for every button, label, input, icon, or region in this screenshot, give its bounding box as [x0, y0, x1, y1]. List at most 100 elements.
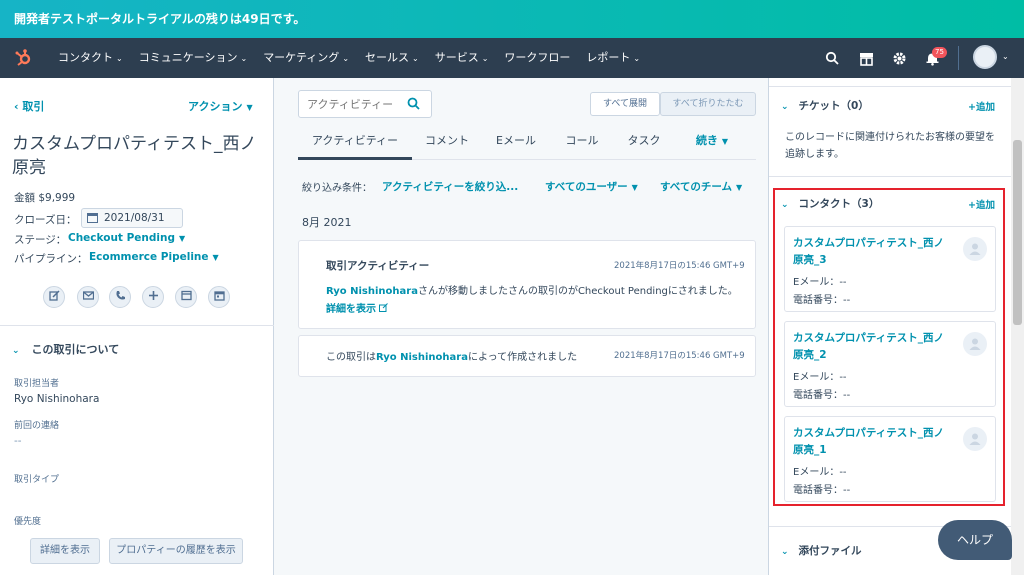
nav-divider: [958, 46, 959, 70]
record-title[interactable]: カスタムプロパティテスト_西ノ原亮: [12, 132, 262, 180]
contact-name-link[interactable]: カスタムプロパティテスト_西ノ原亮_1: [793, 425, 953, 459]
nav-item-conversations[interactable]: コミュニケーション ⌄: [131, 38, 255, 78]
tab-activity[interactable]: アクティビティー: [298, 128, 412, 160]
owner-label: 取引担当者: [14, 379, 60, 389]
meeting-icon: [213, 290, 225, 304]
chevron-down-icon: ⌄: [633, 54, 641, 63]
attachments-section-toggle[interactable]: ⌄ 添付ファイル: [781, 543, 862, 558]
expand-all-button[interactable]: すべて展開: [590, 92, 660, 116]
tab-more[interactable]: 続き ▼: [686, 128, 738, 160]
nav-item-label: コンタクト: [58, 51, 113, 64]
tickets-section-toggle[interactable]: ⌄ チケット（0）: [781, 98, 869, 113]
contact-card[interactable]: カスタムプロパティテスト_西ノ原亮_3 Eメール：-- 電話番号：--: [784, 226, 996, 312]
email-icon: [82, 290, 94, 304]
amount-value: $9,999: [38, 192, 76, 204]
task-icon: [180, 290, 192, 304]
activity-timestamp: 2021年8月17日の15:46 GMT+9: [614, 261, 745, 271]
filter-users-dropdown[interactable]: すべてのユーザー ▼: [545, 179, 638, 194]
contact-card[interactable]: カスタムプロパティテスト_西ノ原亮_1 Eメール：-- 電話番号：--: [784, 416, 996, 502]
caret-down-icon: ▼: [212, 253, 219, 262]
create-task-button[interactable]: [175, 286, 197, 308]
contact-name-link[interactable]: カスタムプロパティテスト_西ノ原亮_3: [793, 235, 953, 269]
view-details-link[interactable]: 詳細を表示: [326, 300, 389, 315]
nav-item-service[interactable]: サービス ⌄: [427, 38, 497, 78]
view-details-button[interactable]: 詳細を表示: [30, 538, 100, 564]
actions-dropdown[interactable]: アクション ▼: [188, 98, 253, 114]
phone-label: 電話番号：: [793, 295, 843, 306]
nav-item-contacts[interactable]: コンタクト ⌄: [50, 38, 131, 78]
nav-item-sales[interactable]: セールス ⌄: [357, 38, 427, 78]
caret-down-icon: ▼: [246, 103, 253, 112]
tickets-title: チケット（0）: [798, 100, 869, 112]
contact-card[interactable]: カスタムプロパティテスト_西ノ原亮_2 Eメール：-- 電話番号：--: [784, 321, 996, 407]
collapse-all-button[interactable]: すべて折りたたむ: [660, 92, 756, 116]
back-to-deals-link[interactable]: ‹ 取引: [14, 98, 44, 114]
search-icon[interactable]: [822, 48, 842, 68]
nav-item-workflows[interactable]: ワークフロー: [496, 38, 578, 78]
contacts-section-toggle[interactable]: ⌄ コンタクト（3）: [781, 196, 879, 211]
nav-item-label: コミュニケーション: [138, 51, 238, 64]
nav-item-label: ワークフロー: [504, 51, 571, 64]
note-icon: [48, 290, 60, 304]
chevron-down-icon: ⌄: [116, 54, 123, 63]
activity-search-input[interactable]: [299, 91, 403, 117]
add-button[interactable]: [142, 286, 164, 308]
nav-item-label: サービス: [434, 51, 479, 64]
activity-tabs: アクティビティー コメント Eメール コール タスク 続き ▼: [298, 128, 756, 160]
section-divider: [0, 325, 274, 326]
phone-label: 電話番号：: [793, 485, 843, 496]
stage-label: ステージ：: [14, 234, 67, 246]
email-label: Eメール：: [793, 372, 840, 383]
scrollbar-thumb[interactable]: [1013, 140, 1022, 325]
tab-comments[interactable]: コメント: [416, 128, 478, 160]
tab-email[interactable]: Eメール: [488, 128, 544, 160]
activity-actor-link[interactable]: Ryo Nishinohara: [326, 286, 418, 297]
call-icon: [115, 290, 126, 304]
marketplace-icon[interactable]: [856, 48, 876, 68]
chevron-down-icon: ⌄: [781, 200, 789, 210]
nav-item-marketing[interactable]: マーケティング ⌄: [255, 38, 357, 78]
filter-teams-label: すべてのチーム: [660, 181, 733, 193]
activity-search-box: [298, 90, 432, 118]
tab-more-label: 続き: [695, 134, 718, 147]
create-email-button[interactable]: [77, 286, 99, 308]
priority-label: 優先度: [14, 517, 42, 527]
help-button[interactable]: ヘルプ: [938, 520, 1012, 560]
view-property-history-button[interactable]: プロパティーの履歴を表示: [109, 538, 243, 564]
pipeline-dropdown[interactable]: Ecommerce Pipeline ▼: [89, 251, 219, 263]
user-avatar[interactable]: [973, 45, 997, 69]
add-contact-link[interactable]: +追加: [968, 197, 995, 211]
schedule-meeting-button[interactable]: [208, 286, 230, 308]
contact-avatar-icon: [963, 237, 987, 261]
nav-item-reports[interactable]: レポート ⌄: [578, 38, 648, 78]
amount-field: 金額 $9,999: [14, 190, 75, 205]
tab-calls[interactable]: コール: [554, 128, 610, 160]
about-section-toggle[interactable]: ⌄ この取引について: [12, 341, 119, 357]
activity-actor-link[interactable]: Ryo Nishinohara: [376, 352, 468, 363]
last-contact-label: 前回の連絡: [14, 421, 60, 431]
caret-down-icon: ▼: [736, 183, 743, 192]
caret-down-icon: ▼: [179, 234, 186, 243]
contact-avatar-icon: [963, 332, 987, 356]
hubspot-logo[interactable]: [14, 48, 34, 68]
make-call-button[interactable]: [109, 286, 131, 308]
tickets-description: このレコードに関連付けられたお客様の要望を追跡します。: [785, 132, 995, 160]
contact-email: Eメール：--: [793, 273, 847, 288]
settings-gear-icon[interactable]: [889, 48, 909, 68]
filter-teams-dropdown[interactable]: すべてのチーム ▼: [660, 179, 742, 194]
search-icon[interactable]: [407, 97, 420, 113]
filter-users-label: すべてのユーザー: [545, 181, 628, 193]
filter-activity-dropdown[interactable]: アクティビティーを絞り込...: [382, 179, 518, 194]
section-divider: [769, 86, 1011, 87]
add-ticket-link[interactable]: +追加: [968, 99, 995, 113]
contact-name-link[interactable]: カスタムプロパティテスト_西ノ原亮_2: [793, 330, 953, 364]
contacts-title: コンタクト（3）: [798, 198, 880, 210]
actions-label: アクション: [188, 100, 243, 113]
owner-value[interactable]: Ryo Nishinohara: [14, 393, 99, 405]
contact-avatar-icon: [963, 427, 987, 451]
create-note-button[interactable]: [43, 286, 65, 308]
stage-dropdown[interactable]: Checkout Pending ▼: [68, 232, 185, 244]
contact-email: Eメール：--: [793, 368, 847, 383]
chevron-down-icon[interactable]: ⌄: [1002, 52, 1009, 61]
tab-tasks[interactable]: タスク: [616, 128, 672, 160]
